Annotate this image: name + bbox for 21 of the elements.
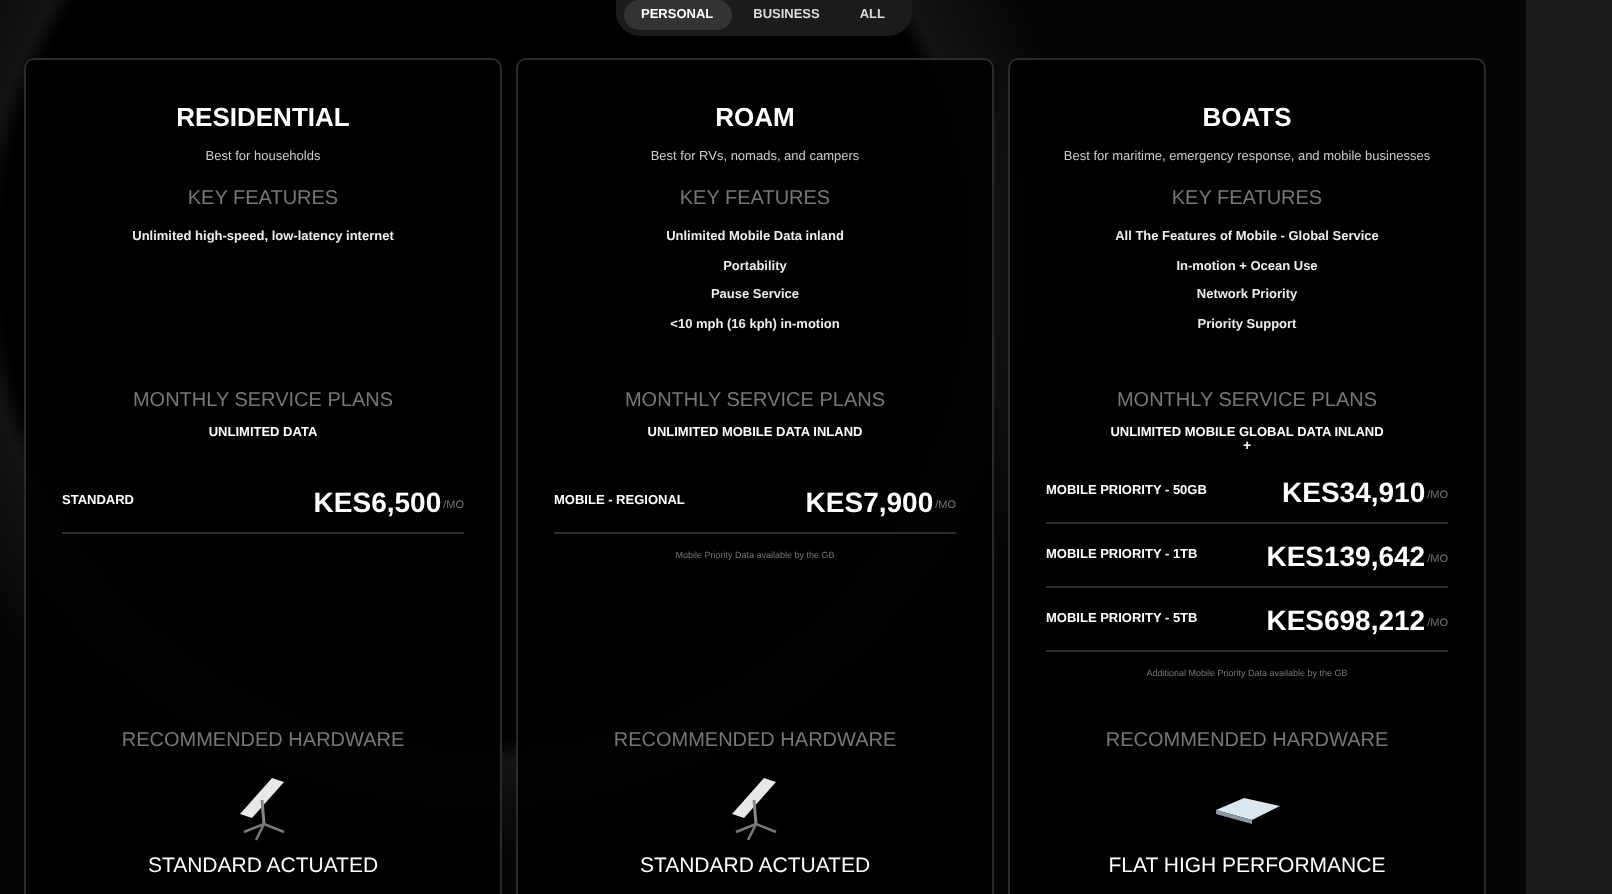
- hardware-name: STANDARD ACTUATED: [639, 854, 871, 878]
- section-heading: KEY FEATURES: [1171, 188, 1323, 210]
- flat-dish-icon: [1215, 798, 1279, 824]
- section-heading: KEY FEATURES: [679, 188, 831, 210]
- section-heading: RECOMMENDED HARDWARE: [613, 730, 897, 752]
- plan-price: KES139,642: [1266, 539, 1426, 571]
- section-heading: KEY FEATURES: [187, 188, 339, 210]
- card-title: BOATS: [1202, 102, 1292, 132]
- plan-price: KES698,212: [1266, 603, 1426, 635]
- card-title: ROAM: [715, 102, 795, 132]
- section-heading: RECOMMENDED HARDWARE: [1105, 730, 1389, 752]
- plan-price: KES7,900: [805, 485, 934, 517]
- plan-price: KES6,500: [313, 485, 442, 517]
- hardware-name: FLAT HIGH PERFORMANCE: [1108, 854, 1386, 878]
- plan-price: KES34,910: [1282, 475, 1426, 507]
- hardware-name: STANDARD ACTUATED: [147, 854, 379, 878]
- section-heading: MONTHLY SERVICE PLANS: [132, 390, 394, 412]
- card-title: RESIDENTIAL: [176, 102, 350, 132]
- section-heading: MONTHLY SERVICE PLANS: [624, 390, 886, 412]
- section-heading: MONTHLY SERVICE PLANS: [1116, 390, 1378, 412]
- section-heading: RECOMMENDED HARDWARE: [121, 730, 405, 752]
